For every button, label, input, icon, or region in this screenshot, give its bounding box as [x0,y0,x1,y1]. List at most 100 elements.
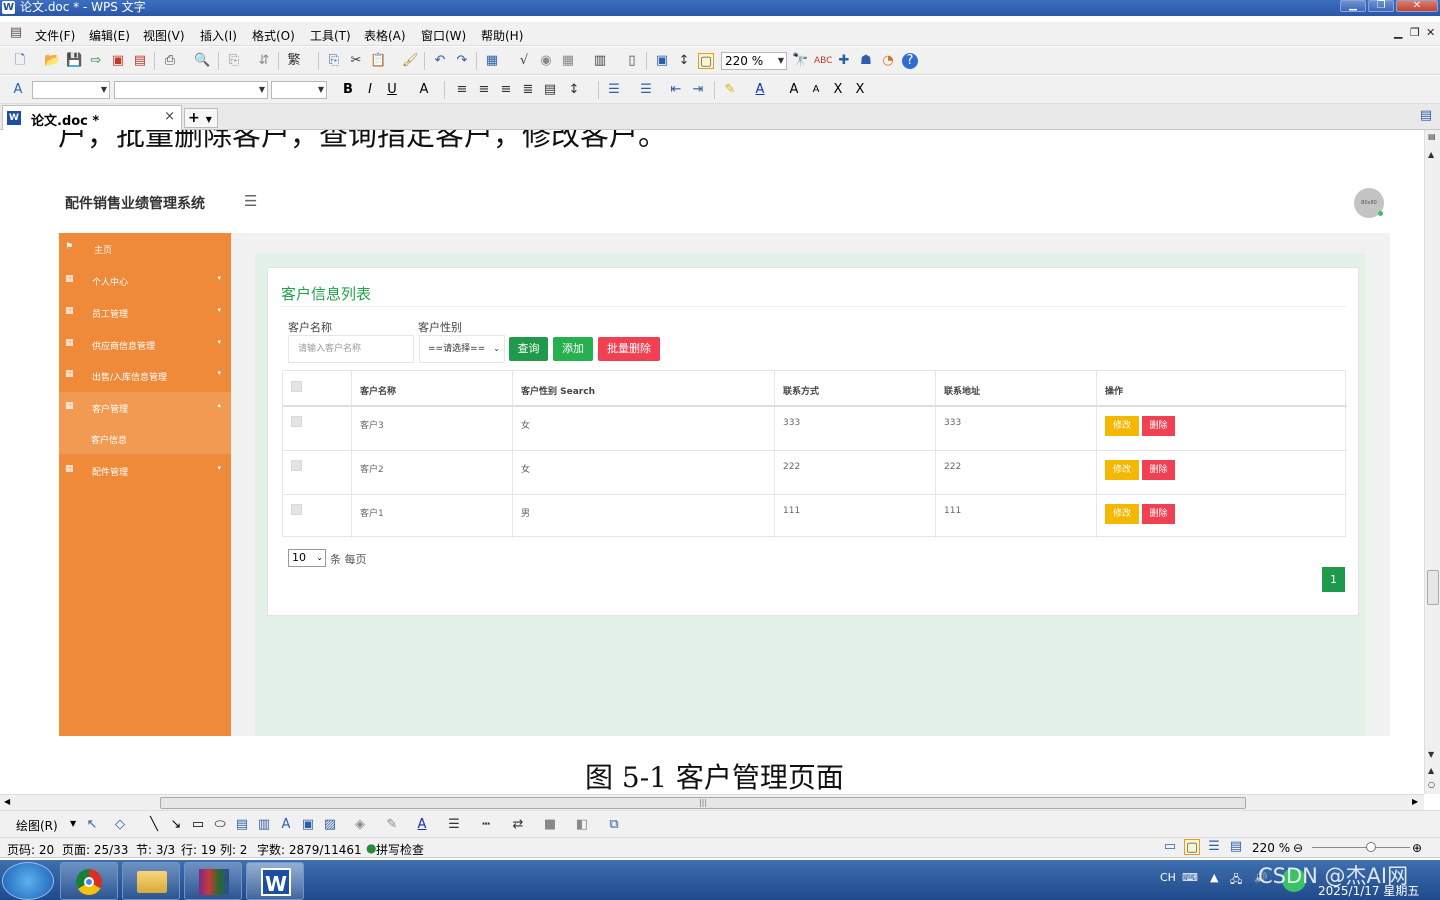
tools-icon[interactable]: ✚ [836,53,852,69]
menu-window[interactable]: 窗口(W) [421,27,466,44]
doc-menu-icon[interactable]: ▤ [8,25,24,41]
underline-icon[interactable]: U [384,82,400,98]
send-icon[interactable]: ⇨ [88,53,104,69]
insert-image-icon[interactable]: ▨ [322,817,338,833]
weibo-icon[interactable]: ◔ [880,53,896,69]
columns-icon[interactable]: ▥ [592,53,608,69]
scroll-down-icon[interactable]: ▼ [1428,750,1434,759]
font-combo[interactable]: ▼ [114,81,268,99]
normal-view-icon[interactable]: ▭ [1162,839,1178,855]
textbox-icon[interactable]: ▤ [234,817,250,833]
help-icon[interactable]: ? [902,53,918,69]
superscript-icon[interactable]: X [830,82,846,98]
chinese-convert-icon[interactable]: 繁 [286,53,302,69]
grow-font-icon[interactable]: A [786,82,802,98]
rectangle-icon[interactable]: ▭ [190,817,206,833]
find-icon[interactable]: 🔭 [792,53,808,69]
justify-icon[interactable]: ≣ [520,82,536,98]
redo-icon[interactable]: ↷ [454,53,470,69]
scroll-up-icon[interactable]: ▲ [1428,150,1434,159]
tray-expand-icon[interactable]: ▲ [1210,871,1218,884]
select-cursor-icon[interactable]: ↖ [84,817,100,833]
clipart-icon[interactable]: ▣ [300,817,316,833]
network-icon[interactable]: 🖧 [1230,871,1242,890]
picture-icon[interactable]: ◉ [538,53,554,69]
align-right-icon[interactable]: ≡ [498,82,514,98]
horizontal-scrollbar[interactable]: ◀ ||| ▶ [0,794,1424,810]
horizontal-scroll-thumb[interactable]: ||| [160,797,1246,809]
clock-date[interactable]: 2025/1/17 星期五 [1318,882,1419,899]
formula-icon[interactable]: √ [516,53,532,69]
open-icon[interactable]: 📂 [44,53,60,69]
show-marks-icon[interactable]: ↕ [676,53,692,69]
autoshapes-icon[interactable]: ◇ [112,817,128,833]
style-combo[interactable]: ▼ [32,81,110,99]
undo-icon[interactable]: ↶ [432,53,448,69]
highlight-icon[interactable]: ✎ [722,82,738,98]
vertical-scroll-thumb[interactable] [1427,570,1439,605]
permissions-icon[interactable]: ⎘ [226,53,242,69]
font-color-icon[interactable]: A [752,82,768,98]
menu-help[interactable]: 帮助(H) [481,27,523,44]
dash-style-icon[interactable]: ┅ [478,817,494,833]
scroll-right-icon[interactable]: ▶ [1412,797,1418,806]
ellipse-icon[interactable]: ⬭ [212,817,228,833]
spellcheck-icon[interactable]: ABC [814,53,832,69]
start-button[interactable] [2,862,54,900]
bold-icon[interactable]: B [340,82,356,98]
document-tab[interactable]: W 论文.doc * × [2,105,182,130]
web-view-icon[interactable]: ▤ [1228,839,1244,855]
zoom-slider-handle[interactable] [1366,842,1376,852]
paste-icon[interactable]: 📋 [370,53,386,69]
chevron-down-icon[interactable]: ▼ [70,819,76,828]
taskbar-chrome[interactable] [60,862,118,900]
vertical-scrollbar[interactable]: ▤ ▲ ▼ ▲ ○ [1424,130,1440,794]
keyboard-icon[interactable]: ⌨ [1182,871,1198,884]
print-preview-icon[interactable]: 🔍 [194,53,210,69]
taskbar-wps[interactable]: W [246,862,304,900]
save-icon[interactable]: 💾 [66,53,82,69]
close-button[interactable]: ✕ [1396,0,1438,12]
bullets-icon[interactable]: ☰ [638,82,654,98]
3d-icon[interactable]: ◧ [574,817,590,833]
minimize-button[interactable]: ▁ [1340,0,1366,12]
tab-close-icon[interactable]: × [164,109,175,124]
font-size-combo[interactable]: ▼ [271,81,327,99]
line-spacing-icon[interactable]: ↕ [566,82,582,98]
export-icon[interactable]: ▣ [110,53,126,69]
draw-font-color-icon[interactable]: A [414,817,430,833]
zoom-slider[interactable] [1312,847,1410,848]
subscript-icon[interactable]: X [852,82,868,98]
arrow-style-icon[interactable]: ⇄ [510,817,526,833]
menu-table[interactable]: 表格(A) [364,27,406,44]
menu-tools[interactable]: 工具(T) [310,27,351,44]
shrink-font-icon[interactable]: A [808,82,824,98]
scroll-left-icon[interactable]: ◀ [4,797,10,806]
indent-decrease-icon[interactable]: ⇤ [668,82,684,98]
print-icon[interactable]: ⎙ [162,53,178,69]
numbering-icon[interactable]: ☰ [606,82,622,98]
zoom-in-icon[interactable]: ⊕ [1412,841,1422,855]
arrange-icon[interactable]: ⧉ [606,817,622,833]
browse-object-icon[interactable]: ○ [1428,780,1435,789]
wordart-icon[interactable]: A [278,817,294,833]
document-canvas[interactable]: 户，批量删除客户，查询指定客户，修改客户。 配件销售业绩管理系统 ☰ 80x80… [0,130,1424,794]
copy-icon[interactable]: ⎘ [326,53,342,69]
menu-format[interactable]: 格式(O) [252,27,295,44]
maximize-button[interactable]: ❐ [1368,0,1394,12]
doc-minimize-icon[interactable]: ▁ [1394,26,1402,39]
indent-increase-icon[interactable]: ⇥ [690,82,706,98]
menu-file[interactable]: 文件(F) [35,27,75,44]
taskbar-explorer[interactable] [122,862,180,900]
doc-map-icon[interactable]: ▣ [654,53,670,69]
fill-color-icon[interactable]: ◈ [352,817,368,833]
outline-view-icon[interactable]: ☰ [1206,839,1222,855]
cut-icon[interactable]: ✂ [348,53,364,69]
shirt-icon[interactable]: ☗ [858,53,874,69]
menu-insert[interactable]: 插入(I) [200,27,237,44]
paper-icon[interactable]: ▤ [1428,132,1436,141]
menu-edit[interactable]: 编辑(E) [89,27,130,44]
prev-page-icon[interactable]: ▲ [1428,766,1434,775]
char-format-icon[interactable]: A [416,82,432,98]
format-painter-icon[interactable]: ⇵ [256,53,272,69]
